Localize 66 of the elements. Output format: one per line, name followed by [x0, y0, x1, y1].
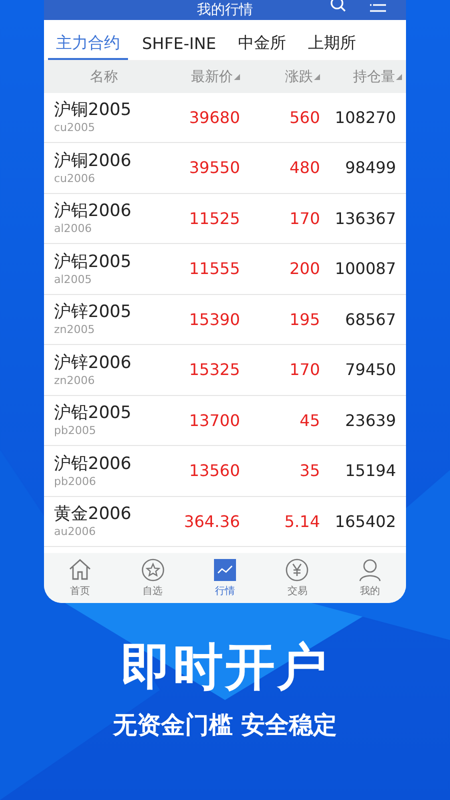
chart-icon — [212, 558, 237, 582]
open-interest-cell: 108270 — [334, 108, 396, 127]
contract-name[interactable]: 沪铝2006 — [54, 201, 164, 222]
change-cell: 5.14 — [284, 512, 320, 531]
price-cell: 13560 — [189, 461, 240, 480]
contract-code: cu2005 — [54, 121, 96, 134]
contract-name[interactable]: 沪锌2006 — [54, 352, 164, 374]
contract-code: zn2006 — [54, 374, 96, 387]
open-interest-cell: 98499 — [345, 158, 396, 178]
price-cell: 39550 — [189, 158, 240, 178]
nav-tab[interactable]: 我的 — [340, 558, 400, 598]
contract-code: pb2005 — [54, 424, 97, 438]
change-cell: 170 — [289, 360, 320, 380]
contract-code: al2005 — [54, 272, 93, 286]
contract-code: au2006 — [54, 525, 97, 538]
contract-name[interactable]: 沪铝2005 — [54, 252, 164, 273]
market-tab[interactable]: 中金所 — [230, 20, 294, 60]
yen-icon — [285, 558, 310, 582]
open-interest-cell: 23639 — [345, 410, 396, 430]
nav-tab[interactable]: 行情 — [194, 558, 255, 598]
change-cell: 480 — [289, 158, 320, 178]
price-cell: 15390 — [189, 310, 240, 329]
open-interest-cell: 15194 — [345, 461, 396, 480]
open-interest-cell: 136367 — [334, 208, 396, 228]
contract-name[interactable]: 沪铅2005 — [54, 403, 164, 424]
open-interest-cell: 79450 — [345, 360, 396, 380]
nav-tab[interactable]: 首页 — [50, 558, 110, 598]
column-header: 名称 — [90, 68, 118, 86]
person-icon — [358, 558, 382, 582]
home-icon — [68, 558, 92, 582]
promo-headline: 即时开户 — [120, 637, 329, 697]
contract-code: pb2006 — [54, 474, 97, 488]
price-cell: 11555 — [189, 259, 240, 278]
price-cell: 39680 — [189, 108, 240, 127]
open-interest-cell: 68567 — [345, 310, 396, 329]
contract-name[interactable]: 沪铅2006 — [54, 454, 164, 475]
contract-code: cu2006 — [54, 172, 96, 185]
contract-name[interactable]: 黄金2006 — [54, 504, 164, 526]
search-icon[interactable] — [330, 0, 346, 12]
sort-icon[interactable] — [396, 74, 402, 80]
screen-title: 我的行情 — [197, 0, 253, 19]
price-cell: 11525 — [189, 208, 240, 228]
nav-tab[interactable]: 自选 — [122, 558, 183, 598]
change-cell: 170 — [289, 208, 320, 228]
price-cell: 364.36 — [184, 512, 240, 531]
sort-icon[interactable] — [314, 74, 320, 80]
price-cell: 15325 — [189, 360, 240, 380]
market-tab[interactable]: 上期所 — [300, 20, 364, 60]
change-cell: 195 — [289, 310, 320, 329]
nav-tab[interactable]: 交易 — [267, 558, 328, 598]
sort-icon[interactable] — [234, 74, 240, 80]
open-interest-cell: 100087 — [334, 259, 396, 278]
contract-name[interactable]: 沪铜2006 — [54, 150, 164, 172]
menu-icon[interactable] — [370, 2, 386, 14]
contract-code: zn2005 — [54, 323, 96, 336]
contract-name[interactable]: 沪铜2005 — [54, 100, 164, 122]
market-tab[interactable]: SHFE-INE — [134, 20, 224, 60]
change-cell: 45 — [300, 410, 320, 430]
change-cell: 560 — [289, 108, 320, 127]
change-cell: 35 — [300, 461, 320, 480]
open-interest-cell: 165402 — [334, 512, 396, 531]
contract-name[interactable]: 沪锌2005 — [54, 302, 164, 324]
promo-subline: 无资金门槛 安全稳定 — [112, 710, 338, 741]
change-cell: 200 — [289, 259, 320, 278]
price-cell: 13700 — [189, 410, 240, 430]
contract-code: al2006 — [54, 222, 93, 236]
